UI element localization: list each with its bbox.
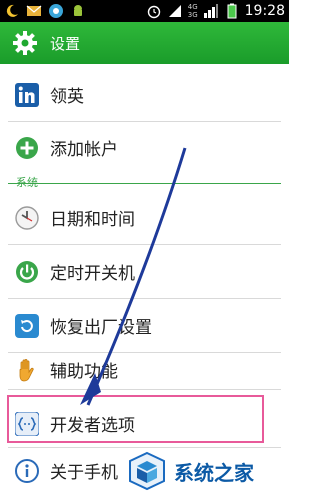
settings-item-label: 关于手机 [50, 463, 118, 483]
settings-item-label: 领英 [50, 87, 84, 107]
settings-item-label: 定时开关机 [50, 264, 135, 284]
highlight-box [7, 395, 264, 443]
section-divider [8, 183, 281, 184]
power-icon [16, 260, 38, 283]
info-icon [15, 458, 39, 483]
signal-strength-icon [203, 4, 218, 18]
alarm-icon [147, 5, 160, 19]
linkedin-icon [15, 82, 39, 107]
settings-item-linkedin[interactable]: 领英 [0, 68, 289, 121]
android-icon [74, 5, 82, 16]
browser-icon [49, 4, 63, 18]
settings-item-scheduled-power[interactable]: 定时开关机 [0, 245, 289, 298]
settings-item-label: 日期和时间 [50, 210, 135, 230]
gear-icon[interactable] [12, 30, 38, 56]
battery-icon [227, 3, 237, 19]
status-bar: 4G 3G 19:28 [0, 0, 289, 22]
settings-header: 设置 [0, 22, 289, 64]
clock-icon [15, 205, 39, 230]
settings-item-add-account[interactable]: 添加帐户 [0, 121, 289, 174]
clock-time: 19:28 [244, 3, 285, 19]
settings-item-date-time[interactable]: 日期和时间 [0, 191, 289, 244]
watermark-text: 系统之家 [174, 460, 254, 485]
notification-icons [4, 3, 86, 19]
add-circle-icon [16, 136, 38, 159]
system-icons: 4G 3G 19:28 [146, 2, 285, 20]
signal-icon [168, 5, 181, 17]
settings-item-label: 添加帐户 [50, 140, 118, 160]
network-type-bottom: 3G [187, 11, 198, 19]
settings-item-label: 恢复出厂设置 [50, 318, 152, 338]
section-header-system: 系统 [16, 176, 38, 189]
watermark: 系统之家 [120, 448, 289, 494]
moon-icon [6, 4, 18, 17]
divider [8, 389, 281, 390]
network-type: 4G 3G [188, 3, 198, 19]
page-title: 设置 [50, 34, 81, 53]
watermark-logo-icon [129, 451, 165, 491]
network-type-top: 4G [187, 3, 198, 11]
settings-item-label: 辅助功能 [50, 362, 118, 382]
hand-icon [19, 358, 34, 381]
mail-icon [26, 5, 42, 16]
restore-icon [15, 313, 39, 338]
